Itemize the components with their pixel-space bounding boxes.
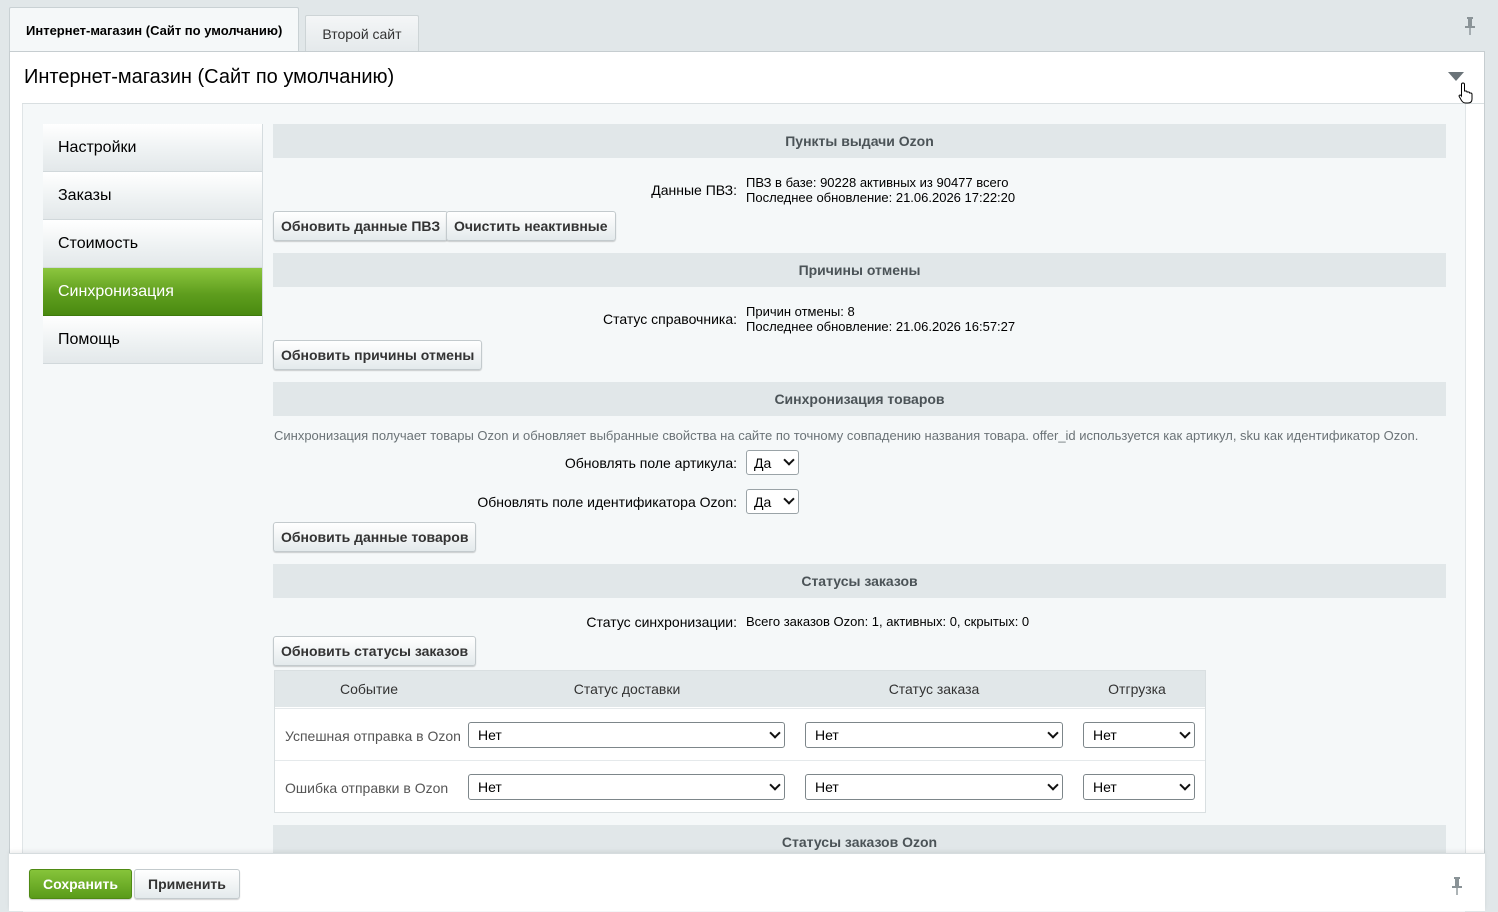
col-delivery-status: Статус доставки xyxy=(573,681,681,697)
table-row: Ошибка отправки в Ozon Нет Нет Нет xyxy=(275,760,1205,812)
update-products-button[interactable]: Обновить данные товаров xyxy=(273,522,477,552)
pvz-label: Данные ПВЗ: xyxy=(651,182,737,198)
delivery-status-select[interactable]: Нет xyxy=(468,774,785,800)
panel-header: Интернет-магазин (Сайт по умолчанию) xyxy=(22,52,1484,104)
article-label: Обновлять поле артикула: xyxy=(564,455,737,471)
col-event: Событие xyxy=(340,681,398,697)
menu-item-settings[interactable]: Настройки xyxy=(43,124,262,172)
menu-item-help[interactable]: Помощь xyxy=(43,316,262,364)
pin-icon[interactable] xyxy=(1464,17,1476,38)
section-cancel-title: Причины отмены xyxy=(273,253,1446,287)
products-description: Синхронизация получает товары Ozon и обн… xyxy=(274,428,1419,443)
pvz-value: ПВЗ в базе: 90228 активных из 90477 всег… xyxy=(746,175,1015,205)
event-label: Ошибка отправки в Ozon xyxy=(285,780,449,796)
select-value: Нет xyxy=(478,727,502,743)
pin-icon[interactable] xyxy=(1451,877,1463,898)
order-sync-label: Статус синхронизации: xyxy=(586,614,737,630)
select-value: Нет xyxy=(1093,779,1117,795)
menu-item-sync[interactable]: Синхронизация xyxy=(43,268,262,316)
pvz-last-update: Последнее обновление: 21.06.2026 17:22:2… xyxy=(746,190,1016,205)
col-shipment: Отгрузка xyxy=(1108,681,1166,697)
article-select[interactable]: Да xyxy=(746,450,799,475)
cancel-last-update: Последнее обновление: 21.06.2026 16:57:2… xyxy=(746,319,1016,334)
chevron-down-icon xyxy=(1047,727,1059,739)
menu-item-cost[interactable]: Стоимость xyxy=(43,220,262,268)
collapse-arrow-icon[interactable] xyxy=(1448,72,1464,81)
ozonid-select-value: Да xyxy=(754,493,772,510)
cancel-label: Статус справочника: xyxy=(602,311,737,327)
clear-inactive-button[interactable]: Очистить неактивные xyxy=(446,211,616,241)
section-pvz-title: Пункты выдачи Ozon xyxy=(273,124,1446,158)
update-pvz-button[interactable]: Обновить данные ПВЗ xyxy=(273,211,449,241)
panel-title: Интернет-магазин (Сайт по умолчанию) xyxy=(24,66,395,88)
chevron-down-icon xyxy=(769,779,781,791)
settings-panel: Интернет-магазин (Сайт по умолчанию) Нас… xyxy=(9,51,1485,912)
chevron-down-icon xyxy=(1047,779,1059,791)
col-order-status: Статус заказа xyxy=(888,681,980,697)
select-value: Нет xyxy=(815,727,839,743)
select-value: Нет xyxy=(1093,727,1117,743)
shipment-select[interactable]: Нет xyxy=(1083,774,1195,800)
order-status-select[interactable]: Нет xyxy=(805,722,1063,748)
order-status-select[interactable]: Нет xyxy=(805,774,1063,800)
update-cancel-reasons-button[interactable]: Обновить причины отмены xyxy=(273,340,483,370)
table-header: Событие Статус доставки Статус заказа От… xyxy=(275,671,1205,707)
save-button[interactable]: Сохранить xyxy=(29,869,132,899)
delivery-status-select[interactable]: Нет xyxy=(468,722,785,748)
event-label: Успешная отправка в Ozon xyxy=(285,728,461,744)
update-order-statuses-button[interactable]: Обновить статусы заказов xyxy=(273,636,477,666)
ozonid-select[interactable]: Да xyxy=(746,489,799,514)
table-row: Успешная отправка в Ozon Нет Нет Нет xyxy=(275,708,1205,760)
side-menu: Настройки Заказы Стоимость Синхронизация… xyxy=(43,124,263,364)
chevron-down-icon xyxy=(783,493,795,505)
order-sync-value: Всего заказов Ozon: 1, активных: 0, скры… xyxy=(746,614,1030,629)
footer-bar: Сохранить Применить xyxy=(9,853,1485,911)
shipment-select[interactable]: Нет xyxy=(1083,722,1195,748)
article-select-value: Да xyxy=(754,454,772,471)
menu-item-orders[interactable]: Заказы xyxy=(43,172,262,220)
apply-button[interactable]: Применить xyxy=(134,869,240,899)
site-tabs: Интернет-магазин (Сайт по умолчанию) Вто… xyxy=(9,7,425,52)
section-products-title: Синхронизация товаров xyxy=(273,382,1446,416)
pvz-count: ПВЗ в базе: 90228 активных из 90477 всег… xyxy=(746,175,1009,190)
site-tab-default[interactable]: Интернет-магазин (Сайт по умолчанию) xyxy=(9,7,300,52)
order-events-table: Событие Статус доставки Статус заказа От… xyxy=(274,670,1206,813)
chevron-down-icon xyxy=(1179,727,1191,739)
select-value: Нет xyxy=(478,779,502,795)
select-value: Нет xyxy=(815,779,839,795)
cancel-value: Причин отмены: 8 Последнее обновление: 2… xyxy=(746,304,1015,334)
cancel-count: Причин отмены: 8 xyxy=(746,304,855,319)
content-area: Настройки Заказы Стоимость Синхронизация… xyxy=(22,104,1466,912)
section-order-statuses-title: Статусы заказов xyxy=(273,564,1446,598)
ozonid-label: Обновлять поле идентификатора Ozon: xyxy=(477,494,737,510)
chevron-down-icon xyxy=(783,454,795,466)
chevron-down-icon xyxy=(1179,779,1191,791)
chevron-down-icon xyxy=(769,727,781,739)
site-tab-second[interactable]: Второй сайт xyxy=(305,15,419,52)
